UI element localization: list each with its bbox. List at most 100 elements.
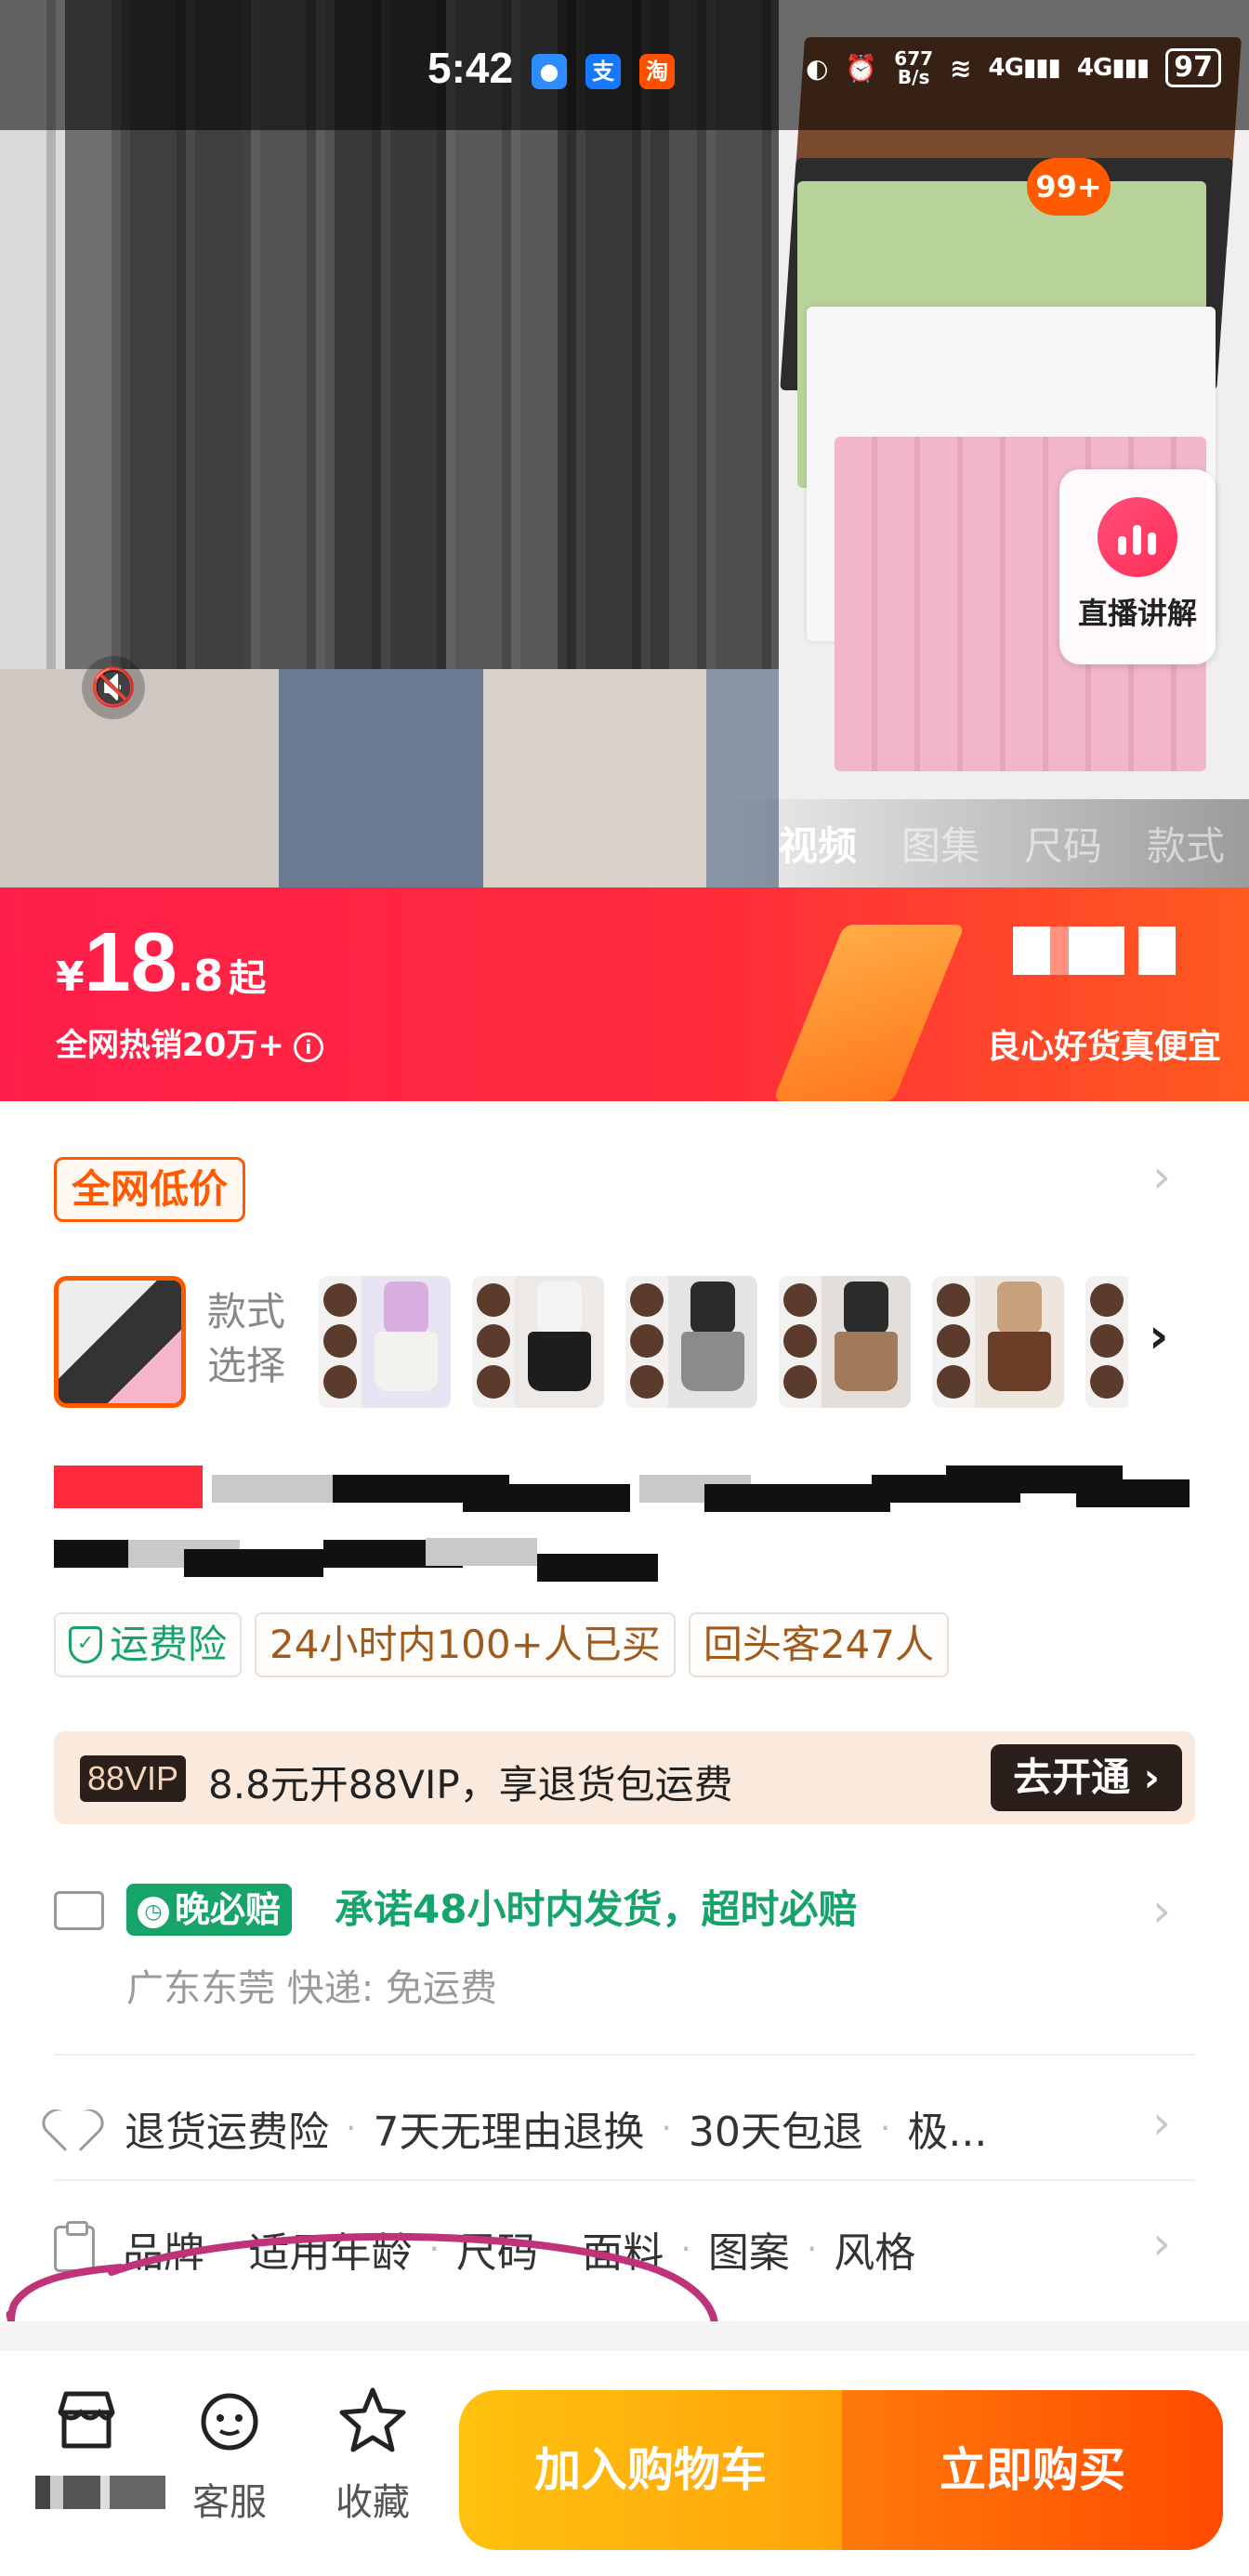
shipping-row[interactable]: ◷ 晚必赔 承诺48小时内发货，超时必赔 广东东莞 快递: 免运费 › — [54, 1882, 1195, 2021]
product-tags: ✓ 运费险 24小时内100+人已买 回头客247人 — [54, 1612, 949, 1677]
attribute-item: 适用年龄 — [248, 2229, 413, 2277]
shipping-origin: 广东东莞 快递: 免运费 — [126, 1967, 497, 2010]
separator: · — [661, 2109, 672, 2148]
style-thumb[interactable] — [319, 1276, 451, 1408]
service-item: 极... — [907, 2109, 988, 2156]
style-thumb-selected[interactable] — [54, 1276, 186, 1408]
cart-count-badge[interactable]: 99+ — [1027, 158, 1111, 216]
tab-gallery[interactable]: 图集 — [901, 815, 979, 872]
style-selector[interactable]: 款式 选择 › — [54, 1276, 1225, 1412]
separator: · — [680, 2229, 691, 2268]
customer-service-button[interactable]: 客服 — [178, 2385, 281, 2526]
price-suffix: 起 — [229, 957, 267, 1000]
live-explain-label: 直播讲解 — [1077, 596, 1197, 631]
status-bar: 5:42 ● 支 淘 ◐ ⏰ 677 B/s ≋ 4G▮▮▮ 4G▮▮▮ 97 — [0, 0, 1249, 130]
style-thumb[interactable] — [779, 1276, 911, 1408]
style-thumb[interactable] — [932, 1276, 1064, 1408]
attribute-item: 品牌 — [123, 2229, 204, 2277]
product-image-collage — [779, 0, 1249, 887]
signal-2: 4G▮▮▮ — [1076, 54, 1150, 82]
wifi-icon: ≋ — [950, 52, 972, 84]
attributes-row[interactable]: 品牌 · 适用年龄 · 尺码 · 面料 · 图案 · 风格 › — [54, 2207, 1195, 2291]
separator: · — [879, 2109, 891, 2148]
star-icon — [339, 2387, 406, 2452]
separator: · — [221, 2229, 232, 2268]
buy-now-button[interactable]: 立即购买 — [842, 2390, 1223, 2550]
favorite-button[interactable]: 收藏 — [322, 2385, 424, 2526]
separator: · — [428, 2229, 440, 2268]
repeat-customers-tag: 回头客247人 — [688, 1612, 949, 1677]
live-explain-button[interactable]: 直播讲解 — [1059, 469, 1216, 664]
favorite-label: 收藏 — [335, 2481, 410, 2524]
shipping-insurance-tag: ✓ 运费险 — [54, 1612, 243, 1677]
taobao-icon: 淘 — [639, 54, 675, 89]
mute-icon[interactable]: 🔇 — [82, 656, 145, 719]
tab-video[interactable]: 视频 — [779, 815, 857, 872]
attribute-item: 风格 — [834, 2229, 916, 2277]
hd-icon: ◐ — [805, 52, 829, 84]
chevron-right-icon[interactable]: › — [1152, 2096, 1171, 2149]
add-to-cart-button[interactable]: 加入购物车 — [459, 2390, 842, 2550]
chevron-right-icon[interactable]: › — [1152, 1150, 1171, 1203]
slogan: 良心好货真便宜 — [986, 1028, 1221, 1066]
clock-icon: ◷ — [138, 1896, 169, 1928]
divider — [54, 2179, 1195, 2181]
service-item: 30天包退 — [688, 2109, 863, 2156]
style-thumb[interactable] — [1085, 1276, 1132, 1408]
hot-sales[interactable]: 全网热销20万+ i — [56, 1019, 323, 1065]
divider — [54, 2054, 1195, 2056]
separator: · — [806, 2229, 818, 2268]
attribute-item: 面料 — [582, 2229, 664, 2277]
vip-activate-button[interactable]: 去开通 › — [991, 1744, 1182, 1811]
shop-button[interactable] — [35, 2385, 165, 2509]
sales-tag: 24小时内100+人已买 — [255, 1612, 676, 1677]
truck-icon — [54, 1891, 104, 1930]
product-title-redacted — [54, 1465, 1190, 1605]
product-video[interactable] — [0, 0, 779, 887]
shop-label-redacted — [35, 2476, 165, 2509]
attribute-item: 图案 — [707, 2229, 790, 2277]
tab-style[interactable]: 款式 — [1147, 815, 1225, 872]
product-details: 全网低价 › 款式 选择 › ✓ 运费险 24小时内100+人已买 回头客247… — [0, 1101, 1249, 2430]
chevron-right-icon[interactable]: › — [1149, 1308, 1168, 1364]
vip-promo-bar[interactable]: 88VIP 8.8元开88VIP，享退货包运费 去开通 › — [54, 1731, 1195, 1824]
shipping-promise: 承诺48小时内发货，超时必赔 — [335, 1886, 858, 1932]
clipboard-icon — [54, 2221, 95, 2272]
info-icon[interactable]: i — [293, 1032, 323, 1062]
bottom-action-bar: 客服 收藏 加入购物车 立即购买 — [0, 2351, 1249, 2576]
style-thumb[interactable] — [472, 1276, 604, 1408]
late-compensation-badge: ◷ 晚必赔 — [126, 1884, 293, 1936]
chat-face-icon — [201, 2393, 258, 2451]
media-tabs: 视频 图集 尺码 款式 — [716, 799, 1249, 887]
vip-text: 8.8元开88VIP，享退货包运费 — [208, 1762, 733, 1807]
price-integer: 18 — [84, 916, 177, 1009]
service-item: 退货运费险 — [125, 2109, 329, 2156]
price: ¥ 18 .8 起 — [56, 915, 266, 1011]
network-speed: 677 B/s — [894, 47, 934, 88]
shield-check-icon: ✓ — [69, 1626, 102, 1663]
product-media-viewer[interactable]: 5:42 ● 支 淘 ◐ ⏰ 677 B/s ≋ 4G▮▮▮ 4G▮▮▮ 97 … — [0, 0, 1249, 887]
chevron-right-icon[interactable]: › — [1152, 2216, 1171, 2270]
message-app-icon: ● — [532, 54, 567, 89]
service-item: 7天无理由退换 — [373, 2109, 645, 2156]
style-selector-label: 款式 选择 — [207, 1289, 286, 1388]
signal-1: 4G▮▮▮ — [988, 54, 1061, 82]
decorative-arrow — [772, 925, 966, 1101]
status-time: 5:42 — [427, 44, 514, 92]
chevron-right-icon[interactable]: › — [1152, 1884, 1171, 1938]
attribute-item: 尺码 — [455, 2229, 538, 2277]
separator: · — [554, 2229, 566, 2268]
brand-logo-redacted — [1013, 927, 1176, 975]
style-thumb[interactable] — [625, 1276, 757, 1408]
separator: · — [346, 2109, 357, 2148]
status-right: ◐ ⏰ 677 B/s ≋ 4G▮▮▮ 4G▮▮▮ 97 — [806, 48, 1221, 87]
hot-sales-text: 全网热销20万+ — [56, 1027, 284, 1064]
tab-size[interactable]: 尺码 — [1024, 815, 1102, 872]
live-icon — [1098, 497, 1177, 577]
store-icon — [58, 2391, 115, 2449]
battery-indicator: 97 — [1165, 48, 1221, 87]
services-row[interactable]: 退货运费险 · 7天无理由退换 · 30天包退 · 极... › — [54, 2086, 1195, 2170]
price-banner: ¥ 18 .8 起 全网热销20万+ i 良心好货真便宜 — [0, 887, 1249, 1101]
lowest-price-tag[interactable]: 全网低价 — [54, 1157, 246, 1222]
alipay-icon: 支 — [585, 54, 621, 89]
